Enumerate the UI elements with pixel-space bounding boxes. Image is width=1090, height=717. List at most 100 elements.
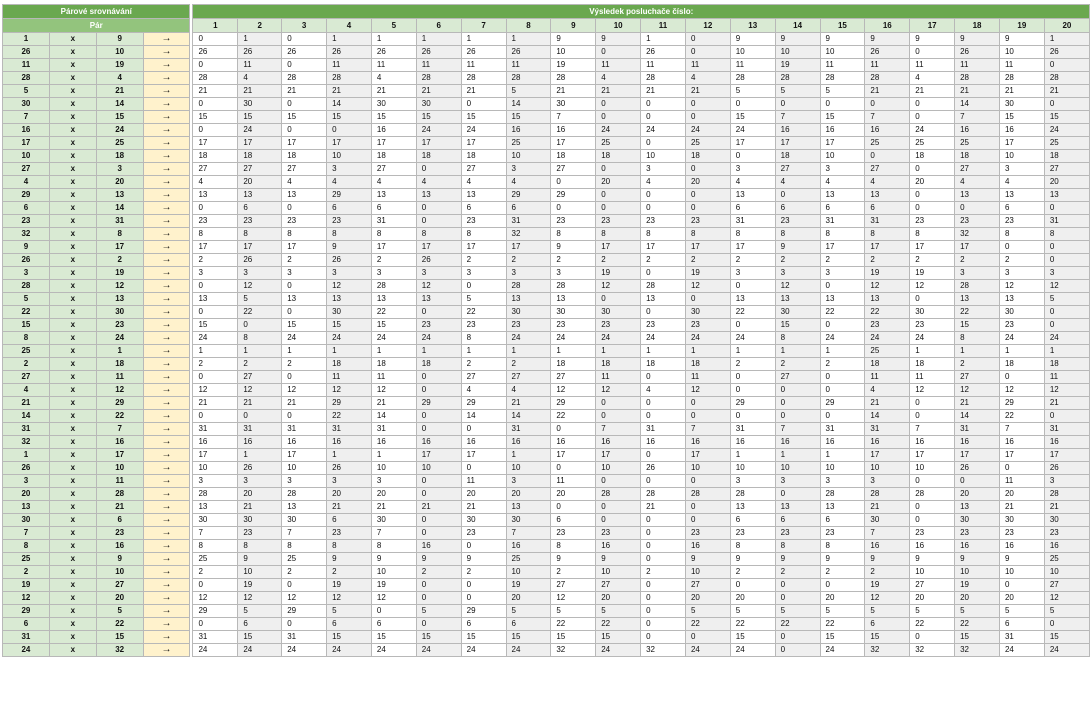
listener-result-cell[interactable]: 30 [237, 97, 283, 111]
listener-result-cell[interactable]: 0 [415, 526, 462, 540]
listener-result-cell[interactable]: 2 [370, 253, 417, 267]
listener-result-cell[interactable]: 0 [595, 500, 642, 514]
listener-result-cell[interactable]: 17 [864, 448, 911, 462]
listener-result-cell[interactable]: 28 [909, 487, 956, 501]
listener-result-cell[interactable]: 24 [415, 331, 462, 345]
listener-result-cell[interactable]: 8 [595, 227, 642, 241]
listener-result-cell[interactable]: 21 [505, 396, 552, 410]
listener-result-cell[interactable]: 21 [460, 84, 507, 98]
listener-number-header[interactable]: 5 [370, 18, 417, 33]
listener-result-cell[interactable]: 27 [550, 578, 597, 592]
pair-second-sample[interactable]: 17 [95, 448, 144, 462]
listener-result-cell[interactable]: 2 [640, 565, 686, 579]
listener-result-cell[interactable]: 17 [864, 240, 911, 254]
pair-x-symbol[interactable]: x [48, 227, 97, 241]
listener-result-cell[interactable]: 0 [1043, 58, 1090, 72]
listener-result-cell[interactable]: 12 [595, 279, 642, 293]
pair-second-sample[interactable]: 22 [95, 409, 144, 423]
listener-result-cell[interactable]: 10 [774, 45, 821, 59]
listener-result-cell[interactable]: 20 [1043, 175, 1090, 189]
arrow-cell[interactable]: → [142, 318, 191, 332]
listener-result-cell[interactable]: 8 [415, 227, 462, 241]
listener-result-cell[interactable]: 11 [326, 58, 372, 72]
listener-result-cell[interactable]: 32 [864, 643, 911, 657]
listener-result-cell[interactable]: 12 [1043, 383, 1090, 397]
listener-result-cell[interactable]: 10 [684, 461, 731, 475]
listener-result-cell[interactable]: 15 [819, 630, 866, 644]
listener-result-cell[interactable]: 32 [954, 643, 1000, 657]
listener-result-cell[interactable]: 24 [819, 643, 866, 657]
listener-result-cell[interactable]: 26 [864, 45, 911, 59]
listener-result-cell[interactable]: 20 [729, 591, 776, 605]
listener-result-cell[interactable]: 12 [909, 383, 956, 397]
listener-result-cell[interactable]: 30 [505, 513, 552, 527]
listener-result-cell[interactable]: 23 [640, 214, 686, 228]
listener-result-cell[interactable]: 27 [684, 578, 731, 592]
listener-result-cell[interactable]: 0 [864, 149, 911, 163]
listener-result-cell[interactable]: 15 [326, 318, 372, 332]
listener-result-cell[interactable]: 4 [415, 175, 462, 189]
listener-result-cell[interactable]: 0 [415, 214, 462, 228]
listener-result-cell[interactable]: 12 [370, 591, 417, 605]
listener-result-cell[interactable]: 3 [370, 266, 417, 280]
listener-result-cell[interactable]: 4 [460, 175, 507, 189]
listener-result-cell[interactable]: 27 [909, 578, 956, 592]
listener-result-cell[interactable]: 0 [909, 500, 956, 514]
listener-result-cell[interactable]: 29 [192, 604, 239, 618]
listener-result-cell[interactable]: 18 [460, 149, 507, 163]
listener-result-cell[interactable]: 6 [774, 201, 821, 215]
pair-second-sample[interactable]: 5 [95, 604, 144, 618]
listener-result-cell[interactable]: 5 [460, 292, 507, 306]
pair-second-sample[interactable]: 1 [95, 344, 144, 358]
arrow-cell[interactable]: → [142, 45, 191, 59]
listener-result-cell[interactable]: 20 [550, 487, 597, 501]
listener-result-cell[interactable]: 13 [550, 292, 597, 306]
listener-result-cell[interactable]: 3 [415, 266, 462, 280]
listener-result-cell[interactable]: 20 [237, 487, 283, 501]
listener-result-cell[interactable]: 24 [998, 331, 1045, 345]
listener-result-cell[interactable]: 0 [909, 45, 956, 59]
listener-result-cell[interactable]: 11 [595, 58, 642, 72]
listener-result-cell[interactable]: 17 [819, 240, 866, 254]
listener-result-cell[interactable]: 9 [774, 32, 821, 46]
listener-result-cell[interactable]: 0 [1043, 97, 1090, 111]
listener-result-cell[interactable]: 13 [370, 188, 417, 202]
listener-result-cell[interactable]: 3 [819, 474, 866, 488]
pair-x-symbol[interactable]: x [48, 240, 97, 254]
listener-result-cell[interactable]: 16 [954, 435, 1000, 449]
listener-result-cell[interactable]: 0 [415, 422, 462, 436]
listener-result-cell[interactable]: 0 [684, 409, 731, 423]
listener-result-cell[interactable]: 21 [415, 84, 462, 98]
listener-result-cell[interactable]: 13 [237, 188, 283, 202]
listener-result-cell[interactable]: 21 [595, 84, 642, 98]
pair-x-symbol[interactable]: x [48, 500, 97, 514]
listener-result-cell[interactable]: 11 [326, 370, 372, 384]
listener-result-cell[interactable]: 2 [192, 565, 239, 579]
listener-result-cell[interactable]: 10 [819, 45, 866, 59]
listener-result-cell[interactable]: 29 [505, 188, 552, 202]
listener-result-cell[interactable]: 23 [909, 318, 956, 332]
listener-result-cell[interactable]: 6 [998, 617, 1045, 631]
listener-result-cell[interactable]: 1 [370, 32, 417, 46]
listener-result-cell[interactable]: 15 [326, 110, 372, 124]
listener-result-cell[interactable]: 15 [954, 630, 1000, 644]
listener-result-cell[interactable]: 27 [774, 370, 821, 384]
listener-result-cell[interactable]: 18 [909, 357, 956, 371]
listener-result-cell[interactable]: 4 [370, 71, 417, 85]
listener-result-cell[interactable]: 17 [505, 240, 552, 254]
listener-result-cell[interactable]: 1 [326, 32, 372, 46]
listener-result-cell[interactable]: 30 [550, 305, 597, 319]
pair-x-symbol[interactable]: x [48, 578, 97, 592]
listener-result-cell[interactable]: 1 [954, 344, 1000, 358]
listener-result-cell[interactable]: 5 [909, 604, 956, 618]
listener-result-cell[interactable]: 9 [909, 32, 956, 46]
listener-result-cell[interactable]: 4 [640, 383, 686, 397]
listener-result-cell[interactable]: 19 [954, 578, 1000, 592]
listener-result-cell[interactable]: 15 [595, 630, 642, 644]
listener-result-cell[interactable]: 12 [774, 279, 821, 293]
arrow-cell[interactable]: → [142, 110, 191, 124]
pair-x-symbol[interactable]: x [48, 357, 97, 371]
arrow-cell[interactable]: → [142, 539, 191, 553]
listener-result-cell[interactable]: 10 [819, 461, 866, 475]
listener-result-cell[interactable]: 24 [505, 331, 552, 345]
